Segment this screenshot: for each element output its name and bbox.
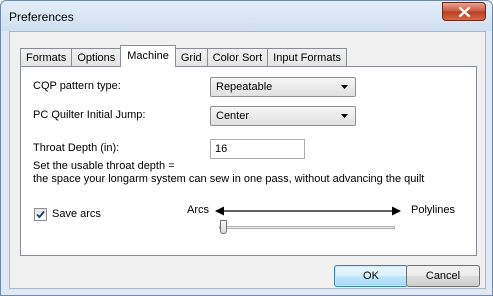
slider-polylines-label: Polylines	[411, 204, 456, 216]
arcs-polylines-slider-track[interactable]	[219, 226, 395, 229]
cqp-pattern-type-value: Repeatable	[216, 81, 273, 93]
preferences-window: Preferences Formats Options Machine Grid…	[0, 0, 493, 296]
throat-depth-help-line2: the space your longarm system can sew in…	[33, 173, 425, 185]
initial-jump-value: Center	[216, 110, 250, 122]
arcs-polylines-slider-thumb[interactable]	[220, 220, 227, 234]
ok-button[interactable]: OK	[334, 265, 408, 287]
initial-jump-label: PC Quilter Initial Jump:	[33, 109, 146, 121]
tab-machine[interactable]: Machine	[120, 45, 176, 67]
throat-depth-label: Throat Depth (in):	[33, 142, 120, 154]
tab-input-formats[interactable]: Input Formats	[267, 48, 348, 67]
title-bar[interactable]: Preferences	[1, 1, 492, 31]
tab-bar: Formats Options Machine Grid Color Sort …	[20, 44, 348, 67]
cqp-pattern-type-label: CQP pattern type:	[33, 80, 121, 92]
save-arcs-label[interactable]: Save arcs	[52, 208, 101, 220]
close-icon	[459, 7, 470, 17]
dialog-body: Formats Options Machine Grid Color Sort …	[9, 31, 486, 289]
machine-tab-panel: CQP pattern type: Repeatable PC Quilter …	[20, 66, 477, 256]
cancel-button[interactable]: Cancel	[406, 265, 480, 287]
close-button[interactable]	[442, 2, 486, 21]
tab-options[interactable]: Options	[71, 48, 122, 67]
cqp-pattern-type-dropdown[interactable]: Repeatable	[210, 77, 356, 97]
save-arcs-checkbox[interactable]	[34, 208, 47, 221]
chevron-down-icon	[341, 114, 348, 118]
slider-arcs-label: Arcs	[187, 204, 209, 216]
checkmark-icon	[36, 210, 45, 219]
tab-formats[interactable]: Formats	[20, 48, 73, 67]
double-arrow-icon	[215, 206, 401, 216]
throat-depth-help-line1: Set the usable throat depth =	[33, 160, 175, 172]
initial-jump-dropdown[interactable]: Center	[210, 106, 356, 126]
tab-color-sort[interactable]: Color Sort	[206, 48, 269, 67]
tab-grid[interactable]: Grid	[174, 48, 208, 67]
chevron-down-icon	[341, 85, 348, 89]
throat-depth-field[interactable]	[210, 139, 305, 159]
window-title: Preferences	[9, 10, 74, 24]
